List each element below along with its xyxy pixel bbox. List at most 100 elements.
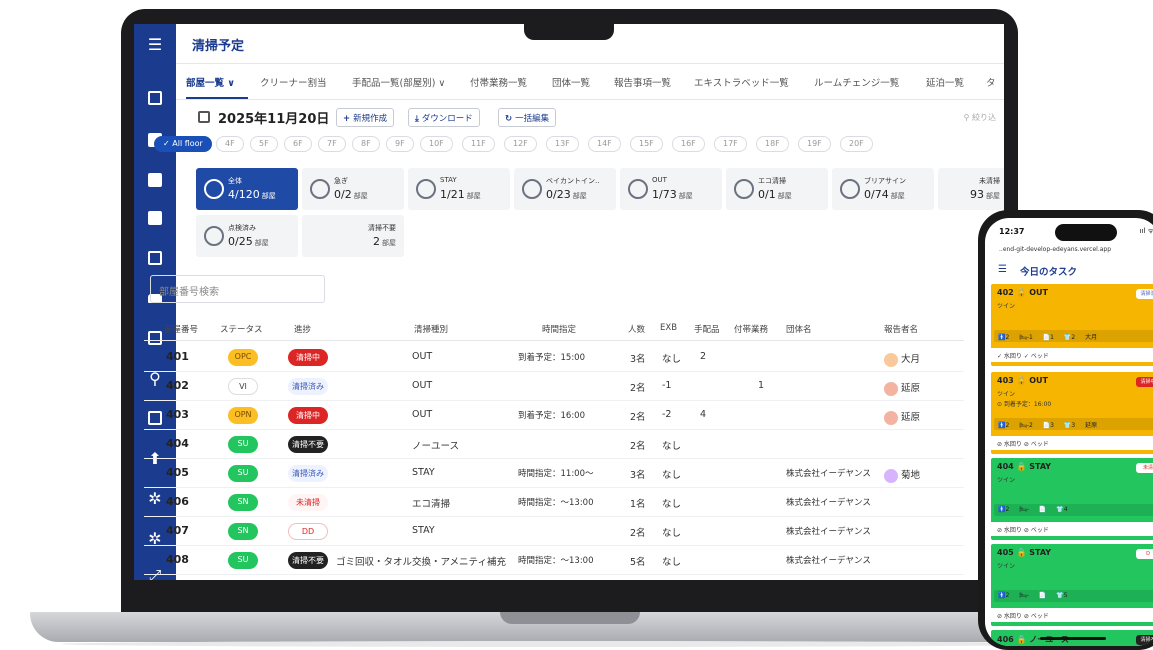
column-header[interactable]: 時間指定 [542,323,576,335]
summary-card[interactable]: エコ清掃 0/1 部屋 [726,168,828,210]
column-header[interactable]: 部屋番号 [164,323,198,335]
table-row[interactable]: 408 SU 清掃不要 ゴミ回収・タオル交換・アメニティ補充 時間指定：～13:00 5名… [144,546,964,575]
new-button[interactable]: + 新規作成 [336,108,395,127]
progress-ring [628,179,648,199]
floor-chip[interactable]: 7F [318,136,346,152]
cleaning-type: ゴミ回収・タオル交換・アメニティ補充 [336,557,506,568]
floor-chip[interactable]: 14F [588,136,621,152]
task-checklist[interactable]: ⊘ 水回り ⊘ ベッド [991,436,1153,450]
floor-chip[interactable]: 19F [798,136,831,152]
column-header[interactable]: 報告者名 [884,323,918,335]
table-row[interactable]: 402 VI 清掃済み OUT 2名 -1 1 延原 [144,372,964,401]
task-room: 402 🔒 OUT [997,288,1048,297]
tab-extra-tasks[interactable]: 付帯業務一覧 [470,75,527,89]
summary-card[interactable]: 全体 4/120 部屋 [196,168,298,210]
hamburger-menu-icon[interactable]: ☰ [134,30,176,58]
summary-card[interactable]: STAY 1/21 部屋 [408,168,510,210]
progress-ring [204,179,224,199]
floor-chip[interactable]: 13F [546,136,579,152]
tab-room-change[interactable]: ルームチェンジ一覧 [814,75,899,89]
table-row[interactable]: 405 SU 清掃済み STAY 時間指定：11:00～ 3名 なし 株式会社イーデヤンス 菊地 [144,459,964,488]
room-number: 406 [166,495,189,508]
floor-chip[interactable]: 11F [462,136,495,152]
room-type: ツイン [997,391,1016,398]
summary-card[interactable]: OUT 1/73 部屋 [620,168,722,210]
floor-chip[interactable]: 17F [714,136,747,152]
room-search-input[interactable]: 部屋番号検索 [150,275,325,303]
floor-chip[interactable]: 5F [250,136,278,152]
floor-chip[interactable]: 15F [630,136,663,152]
phone-task-card[interactable]: 405 🔒 STAY D ツイン 🚹2 🛏- 📄 👕5 ⊘ 水回り ⊘ ベッド [991,544,1153,626]
card-value: 2 部屋 [373,235,396,248]
card-label: OUT [652,176,667,184]
room-number: 402 [166,379,189,392]
status-badge: OPC [228,349,258,366]
refresh-icon: ↻ [505,114,513,124]
phone-task-card[interactable]: 404 🔒 STAY 未清 ツイン 🚹2 🛏- 📄 👕4 ⊘ 水回り ⊘ ベッド [991,458,1153,540]
progress-ring [522,179,542,199]
phone-menu-icon[interactable]: ☰ [998,264,1007,275]
status-badge: SN [228,523,258,540]
task-checklist[interactable]: ⊘ 水回り ⊘ ベッド [991,608,1153,622]
table-row[interactable]: 403 OPN 清掃中 OUT 到着予定：16:00 2名 -2 4 延原 [144,401,964,430]
floor-chip[interactable]: 20F [840,136,873,152]
document-check-icon[interactable] [134,166,176,194]
download-icon: ⤓ [415,114,419,124]
phone-task-card[interactable]: 402 🔒 OUT 清掃済 ツイン 🚹2 🛏-1 📄1 👕2 大月 ✓ 水回り ✓ ベッ… [991,284,1153,366]
phone-task-card[interactable]: 403 🔒 OUT 清掃中 ツイン ⊙ 到着予定：16:00 🚹2 🛏-2 📄3 👕3 … [991,372,1153,454]
tab-extra-beds[interactable]: エキストラベッド一覧 [694,75,789,89]
column-header[interactable]: 清掃種別 [414,323,448,335]
task-checklist[interactable]: ✓ 水回り ✓ ベッド [991,348,1153,362]
floor-chip[interactable]: 16F [672,136,705,152]
column-header[interactable]: 手配品 [694,323,720,335]
column-header[interactable]: 進捗 [294,323,311,335]
card-label: 点検済み [228,224,256,232]
floor-chip[interactable]: 6F [284,136,312,152]
floor-chip[interactable]: 4F [216,136,244,152]
tab-more[interactable]: タ [986,75,996,89]
summary-card[interactable]: 清掃不要 2 部屋 [302,215,404,257]
floor-chip-all[interactable]: ✓ All floor [154,136,212,152]
floor-chip[interactable]: 8F [352,136,380,152]
column-header[interactable]: EXB [660,323,677,333]
status-badge: SU [228,465,258,482]
floor-chip[interactable]: 12F [504,136,537,152]
table-row[interactable]: 401 OPC 清掃中 OUT 到着予定：15:00 3名 なし 2 大月 [144,343,964,372]
filter-button[interactable]: ⚲ 絞り込 [964,112,996,123]
tab-reports[interactable]: 報告事項一覧 [614,75,671,89]
tab-extended-stay[interactable]: 延泊一覧 [926,75,964,89]
task-status-badge: 清掃中 [1136,377,1153,387]
bulk-edit-button[interactable]: ↻ 一括編集 [498,108,557,127]
floor-chip[interactable]: 18F [756,136,789,152]
tab-groups[interactable]: 団体一覧 [552,75,590,89]
summary-card[interactable]: ベイカントイン‥ 0/23 部屋 [514,168,616,210]
column-header[interactable]: 付帯業務 [734,323,768,335]
card-value: 4/120 部屋 [228,188,276,201]
column-header[interactable]: ステータス [220,323,263,335]
calendar-check-icon[interactable] [134,84,176,112]
tab-room-list[interactable]: 部屋一覧 ∨ [186,75,235,89]
summary-card[interactable]: ブリアサイン 0/74 部屋 [832,168,934,210]
task-checklist[interactable]: ⊘ 水回り ⊘ ベッド [991,522,1153,536]
room-type: ツイン [997,303,1016,310]
tab-cleaner-assign[interactable]: クリーナー割当 [260,75,327,89]
summary-card[interactable]: 未清掃 93 部屋 [938,168,1004,210]
building-icon[interactable] [134,244,176,272]
tab-items-by-room[interactable]: 手配品一覧(部屋別) ∨ [352,75,445,89]
table-row[interactable]: 407 SN DD STAY 2名 なし 株式会社イーデヤンス [144,517,964,546]
floor-chip[interactable]: 9F [386,136,414,152]
table-row[interactable]: 404 SU 清掃不要 ノーユース 2名 なし [144,430,964,459]
document-edit-icon[interactable] [134,204,176,232]
column-header[interactable]: 人数 [628,323,645,335]
floor-chip[interactable]: 10F [420,136,453,152]
table-row[interactable]: 406 SN 未清掃 エコ清掃 時間指定：～13:00 1名 なし 株式会社イーデヤンス [144,488,964,517]
card-value: 0/2 部屋 [334,188,368,201]
download-button[interactable]: ⤓ ダウンロード [408,108,480,127]
task-room: 405 🔒 STAY [997,548,1052,557]
selected-date[interactable]: 2025年11月20日 [218,108,329,127]
calendar-icon[interactable] [198,111,210,123]
cleaning-type: ノーユース [412,441,460,452]
column-header[interactable]: 団体名 [786,323,812,335]
summary-card[interactable]: 急ぎ 0/2 部屋 [302,168,404,210]
summary-card[interactable]: 点検済み 0/25 部屋 [196,215,298,257]
